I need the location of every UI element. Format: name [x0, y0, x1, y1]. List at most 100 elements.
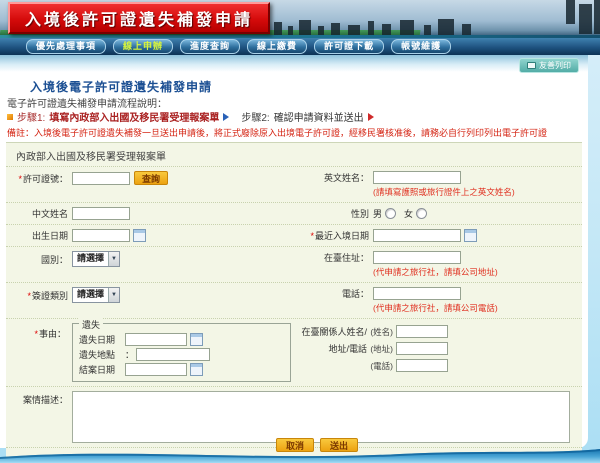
- gender-male-label: 男: [373, 207, 382, 220]
- banner-decoration: [331, 23, 340, 35]
- row-permit-english: *許可證號： 查詢 英文姓名： (請填寫護照或旅行證件上之英文姓名): [6, 166, 582, 202]
- steps-line: 步驟1: 填寫內政部入出國及移民署受理報案單 步驟2: 確認申請資料並送出: [7, 109, 374, 124]
- contact-name-sub: (姓名): [367, 326, 393, 338]
- address-hint: (代申請之旅行社，請填公司地址): [373, 266, 498, 278]
- birth-date-input[interactable]: [72, 229, 130, 242]
- banner-decoration: [438, 19, 454, 35]
- print-button[interactable]: 友善列印: [519, 58, 579, 73]
- address-input[interactable]: [373, 251, 461, 264]
- nav-tab-download[interactable]: 許可證下載: [314, 39, 384, 54]
- print-button-label: 友善列印: [539, 60, 571, 71]
- nationality-label: 國別：: [6, 253, 68, 266]
- lost-fieldset-legend: 遺失: [79, 318, 103, 331]
- contact-tel-sub: (電話): [367, 360, 393, 372]
- banner-decoration: [318, 26, 324, 35]
- row-chinese-gender: 中文姓名 性別 男 女: [6, 202, 582, 224]
- printer-icon: [527, 62, 536, 69]
- english-name-input[interactable]: [373, 171, 461, 184]
- reason-label: *事由：: [6, 323, 66, 340]
- content-card: 友善列印 入境後電子許可證遺失補發申請 電子許可證遺失補發申請流程說明： 步驟1…: [0, 55, 588, 448]
- close-date-label: 結案日期: [79, 363, 125, 376]
- contact-addr-label: 地址/電話: [291, 342, 367, 355]
- close-date-input[interactable]: [125, 363, 187, 376]
- visa-type-select-value: 請選擇: [73, 288, 108, 302]
- permit-no-label: *許可證號：: [6, 172, 68, 185]
- description-label: 案情描述：: [6, 391, 68, 406]
- lost-place-input[interactable]: [136, 348, 210, 361]
- row-dates: 出生日期 *最近入境日期: [6, 224, 582, 246]
- page-banner-title-box: 入境後許可證遺失補發申請: [8, 2, 270, 34]
- bottom-wave-decoration: [0, 445, 600, 463]
- arrow-right-icon: [368, 113, 374, 121]
- calendar-icon[interactable]: [190, 333, 203, 346]
- banner-decoration: [462, 24, 471, 35]
- visa-type-select[interactable]: 請選擇 ▼: [72, 287, 120, 303]
- page: 入境後許可證遺失補發申請 優先處理事項 線上申辦 進度查詢 線上繳費 許可證下載…: [0, 0, 600, 463]
- nav-tab-account[interactable]: 帳號維護: [391, 39, 451, 54]
- phone-hint: (代申請之旅行社，請填公司電話): [373, 302, 498, 314]
- report-form: 內政部入出國及移民署受理報案單 *許可證號： 查詢 英文姓名： (請填寫護照或旅…: [6, 142, 582, 463]
- step2-label: 步驟2:: [241, 109, 269, 124]
- row-reason-contact: *事由： 遺失 遺失日期 遺失地點 ：: [6, 318, 582, 386]
- calendar-icon[interactable]: [133, 229, 146, 242]
- entry-date-input[interactable]: [373, 229, 461, 242]
- entry-date-label: *最近入境日期: [291, 229, 369, 242]
- chevron-down-icon: ▼: [108, 288, 119, 302]
- step1-label: 步驟1:: [17, 109, 45, 124]
- english-name-label: 英文姓名：: [291, 171, 369, 184]
- contact-addr-sub: (地址): [367, 343, 393, 355]
- phone-input[interactable]: [373, 287, 461, 300]
- contact-addr-input[interactable]: [396, 342, 448, 355]
- page-title: 入境後電子許可證遺失補發申請: [30, 78, 212, 95]
- banner-decoration: [424, 25, 431, 35]
- row-nationality-address: 國別： 請選擇 ▼ 在臺住址： (代申請之旅行社，請填公司地址): [6, 246, 582, 282]
- contact-name-label: 在臺關係人姓名/: [291, 325, 367, 338]
- nav-tab-payment[interactable]: 線上繳費: [247, 39, 307, 54]
- row-visa-phone: *簽證類別 請選擇 ▼ 電話： (代申請之旅行社，請填公司電話): [6, 282, 582, 318]
- banner-decoration: [368, 21, 374, 35]
- gender-female-radio[interactable]: [416, 208, 427, 219]
- banner-decoration: [579, 4, 592, 34]
- address-label: 在臺住址：: [291, 251, 369, 264]
- process-label: 電子許可證遺失補發申請流程說明：: [7, 95, 167, 110]
- form-section-title: 內政部入出國及移民署受理報案單: [6, 143, 582, 166]
- step-bullet-icon: [7, 114, 13, 120]
- note-text: 備註：入境後電子許可證遺失補發一旦送出申請後，將正式廢除原入出境電子許可證，經移…: [7, 126, 547, 139]
- banner-decoration: [594, 0, 600, 34]
- contact-tel-input[interactable]: [396, 359, 448, 372]
- birth-date-label: 出生日期: [6, 229, 68, 242]
- nav-tab-online-apply[interactable]: 線上申辦: [113, 39, 173, 54]
- lost-date-label: 遺失日期: [79, 333, 125, 346]
- nav-tab-progress[interactable]: 進度查詢: [180, 39, 240, 54]
- calendar-icon[interactable]: [190, 363, 203, 376]
- banner-decoration: [566, 0, 575, 24]
- search-button[interactable]: 查詢: [134, 171, 168, 185]
- banner-decoration: [288, 26, 293, 35]
- nav-tab-priority[interactable]: 優先處理事項: [26, 39, 106, 54]
- chevron-down-icon: ▼: [108, 252, 119, 266]
- lost-place-colon: ：: [125, 348, 134, 361]
- calendar-icon[interactable]: [464, 229, 477, 242]
- chinese-name-label: 中文姓名: [6, 207, 68, 220]
- banner-decoration: [274, 22, 282, 35]
- banner-decoration: [382, 24, 391, 35]
- contact-name-input[interactable]: [396, 325, 448, 338]
- nationality-select[interactable]: 請選擇 ▼: [72, 251, 120, 267]
- english-name-hint: (請填寫護照或旅行證件上之英文姓名): [373, 186, 515, 198]
- main-nav: 優先處理事項 線上申辦 進度查詢 線上繳費 許可證下載 帳號維護: [0, 38, 600, 55]
- header-fade: [0, 55, 588, 72]
- page-banner-title: 入境後許可證遺失補發申請: [25, 6, 253, 30]
- gender-male-radio[interactable]: [385, 208, 396, 219]
- lost-date-input[interactable]: [125, 333, 187, 346]
- nationality-select-value: 請選擇: [73, 252, 108, 266]
- arrow-right-icon: [223, 113, 229, 121]
- step1-text: 填寫內政部入出國及移民署受理報案單: [49, 109, 219, 124]
- lost-fieldset: 遺失 遺失日期 遺失地點 ： 結案日期: [72, 323, 291, 382]
- phone-label: 電話：: [291, 287, 369, 300]
- gender-female-label: 女: [404, 207, 413, 220]
- description-textarea[interactable]: [72, 391, 570, 443]
- permit-no-input[interactable]: [72, 172, 130, 185]
- visa-type-label: *簽證類別: [6, 289, 68, 302]
- gender-label: 性別: [291, 207, 369, 220]
- chinese-name-input[interactable]: [72, 207, 130, 220]
